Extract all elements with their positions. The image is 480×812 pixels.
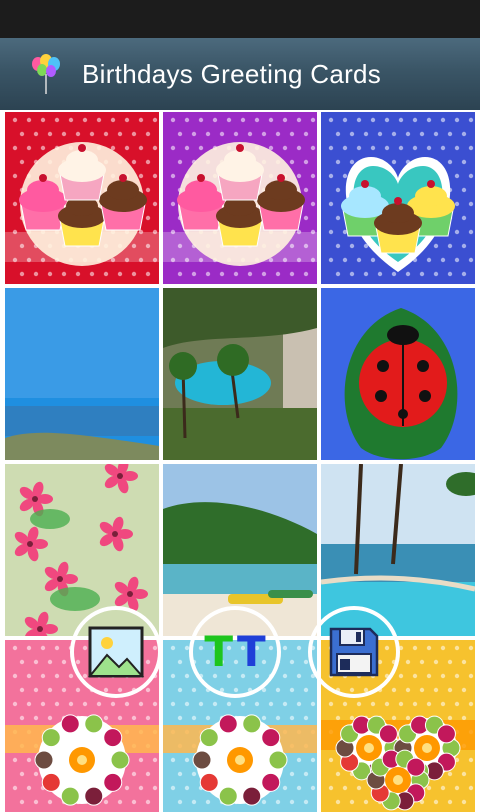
text-button[interactable]: T T <box>189 606 281 698</box>
floppy-disk-icon <box>328 626 380 678</box>
text-glyph-blue: T <box>237 627 266 676</box>
card-photo-sea[interactable] <box>5 288 159 460</box>
status-bar <box>0 0 480 38</box>
card-cupcakes-heart-blue[interactable] <box>321 112 475 284</box>
card-grid: T T <box>0 110 480 812</box>
image-icon <box>87 625 145 679</box>
text-tt-icon: T T <box>204 631 265 673</box>
card-cupcakes-purple[interactable] <box>163 112 317 284</box>
save-button[interactable] <box>308 606 400 698</box>
text-glyph-green: T <box>204 627 233 676</box>
card-cupcakes-red[interactable] <box>5 112 159 284</box>
image-button[interactable] <box>70 606 162 698</box>
app-bar: Birthdays Greeting Cards <box>0 38 480 111</box>
balloons-icon <box>28 52 64 96</box>
app-title: Birthdays Greeting Cards <box>82 59 382 89</box>
card-photo-pool-resort[interactable] <box>163 288 317 460</box>
card-ladybug[interactable] <box>321 288 475 460</box>
